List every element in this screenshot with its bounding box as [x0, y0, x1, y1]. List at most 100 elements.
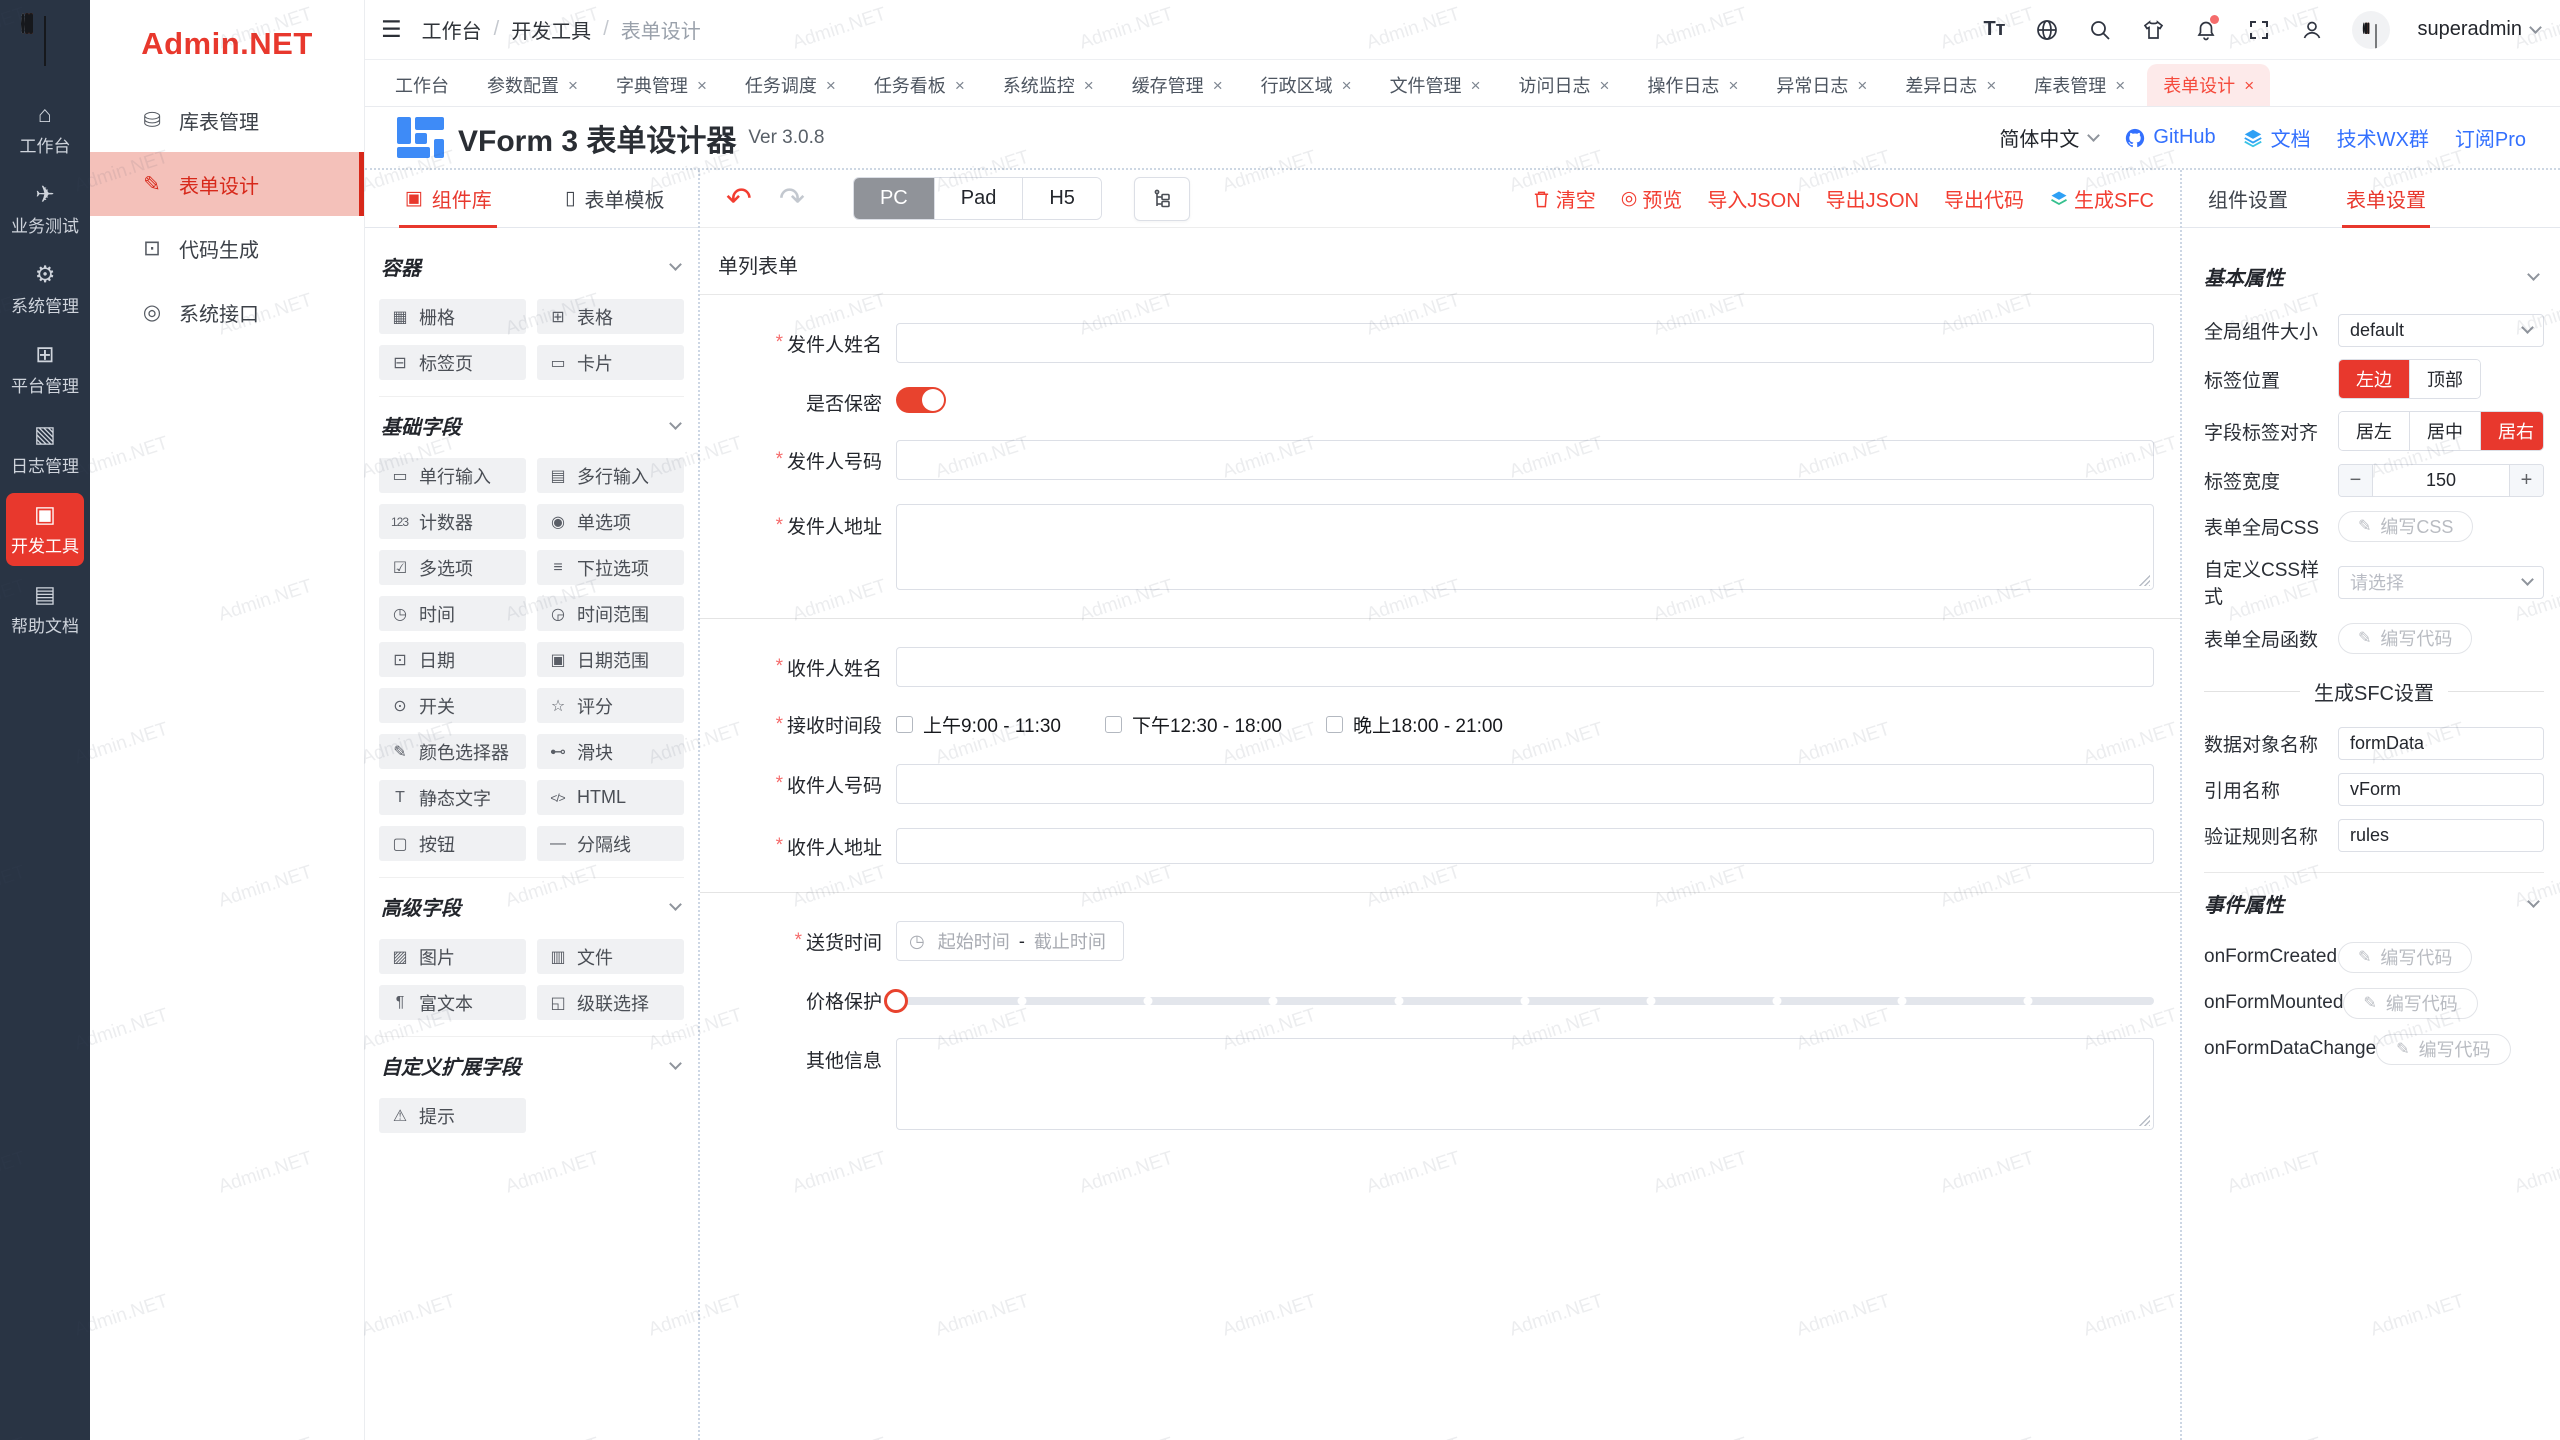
write-code-button[interactable]: ✎ 编写代码 [2376, 1034, 2510, 1065]
wx-group-link[interactable]: 技术WX群 [2337, 123, 2429, 152]
tab-component-library[interactable]: ▣ 组件库 [365, 170, 532, 227]
profile-button[interactable] [2299, 17, 2325, 43]
write-css-button[interactable]: ✎ 编写CSS [2338, 511, 2473, 542]
language-select[interactable]: 简体中文 [1999, 123, 2098, 152]
close-icon[interactable]: × [1342, 77, 1352, 94]
sender-number-input[interactable] [896, 440, 2154, 480]
slider-handle[interactable] [884, 989, 908, 1013]
data-object-name-input[interactable] [2338, 727, 2544, 760]
widget-card[interactable]: ▭卡片 [537, 345, 684, 380]
widget-number[interactable]: 123计数器 [379, 504, 526, 539]
generate-sfc-button[interactable]: 生成SFC [2049, 184, 2154, 213]
rules-name-input[interactable] [2338, 819, 2544, 852]
breadcrumb-item-home[interactable]: 工作台 [422, 15, 482, 44]
github-link[interactable]: GitHub [2124, 126, 2215, 149]
custom-css-select[interactable]: 请选择 [2338, 566, 2544, 599]
decrease-button[interactable]: − [2339, 465, 2372, 496]
widget-color-picker[interactable]: ✎颜色选择器 [379, 734, 526, 769]
widget-select[interactable]: ≡下拉选项 [537, 550, 684, 585]
widget-picture[interactable]: ▨图片 [379, 939, 526, 974]
redo-button[interactable]: ↷ [779, 183, 805, 214]
sidebar-item-system-api[interactable]: ◎ 系统接口 [90, 280, 364, 344]
sidebar-item-form-design[interactable]: ✎ 表单设计 [90, 152, 364, 216]
widget-table[interactable]: ⊞表格 [537, 299, 684, 334]
sidebar-item-code-gen[interactable]: ⊡ 代码生成 [90, 216, 364, 280]
user-avatar[interactable] [2352, 11, 2390, 49]
tab-workbench[interactable]: 工作台 [379, 64, 465, 106]
rail-item-platform-mgmt[interactable]: ⊞ 平台管理 [6, 333, 84, 406]
undo-button[interactable]: ↶ [726, 183, 752, 214]
sender-name-input[interactable] [896, 323, 2154, 363]
tab-file-mgmt[interactable]: 文件管理× [1374, 64, 1497, 106]
label-align-right[interactable]: 居右 [2480, 412, 2544, 450]
delivery-time-range-picker[interactable]: ◷ 起始时间 - 截止时间 [896, 921, 1124, 961]
section-header-containers[interactable]: 容器 [381, 252, 680, 281]
recipient-number-input[interactable] [896, 764, 2154, 804]
clear-button[interactable]: 清空 [1532, 184, 1596, 213]
tab-diff-log[interactable]: 差异日志× [1889, 64, 2012, 106]
widget-textarea[interactable]: ▤多行输入 [537, 458, 684, 493]
label-position-top[interactable]: 顶部 [2409, 360, 2480, 398]
write-code-button[interactable]: ✎ 编写代码 [2338, 942, 2472, 973]
widget-button[interactable]: ▢按钮 [379, 826, 526, 861]
widget-time[interactable]: ◷时间 [379, 596, 526, 631]
widget-divider[interactable]: —分隔线 [537, 826, 684, 861]
close-icon[interactable]: × [1471, 77, 1481, 94]
label-align-center[interactable]: 居中 [2409, 412, 2480, 450]
tab-param-config[interactable]: 参数配置× [471, 64, 594, 106]
price-protection-slider[interactable] [896, 988, 2154, 1014]
widget-input[interactable]: ▭单行输入 [379, 458, 526, 493]
rail-item-workbench[interactable]: ⌂ 工作台 [6, 93, 84, 166]
tab-system-monitor[interactable]: 系统监控× [987, 64, 1110, 106]
rail-item-log-mgmt[interactable]: ▧ 日志管理 [6, 413, 84, 486]
increase-button[interactable]: + [2510, 465, 2543, 496]
tab-form-design[interactable]: 表单设计× [2147, 64, 2270, 106]
export-code-button[interactable]: 导出代码 [1944, 184, 2024, 213]
user-menu[interactable]: superadmin [2417, 18, 2540, 41]
widget-checkbox[interactable]: ☑多选项 [379, 550, 526, 585]
breadcrumb-item-section[interactable]: 开发工具 [511, 15, 591, 44]
widget-switch[interactable]: ⊙开关 [379, 688, 526, 723]
widget-tabs[interactable]: ⊟标签页 [379, 345, 526, 380]
tab-cache-mgmt[interactable]: 缓存管理× [1116, 64, 1239, 106]
tab-admin-region[interactable]: 行政区域× [1245, 64, 1368, 106]
widget-alert[interactable]: ⚠提示 [379, 1098, 526, 1133]
close-icon[interactable]: × [1600, 77, 1610, 94]
tab-dict-mgmt[interactable]: 字典管理× [600, 64, 723, 106]
widget-date-range[interactable]: ▣日期范围 [537, 642, 684, 677]
close-icon[interactable]: × [1857, 77, 1867, 94]
label-position-left[interactable]: 左边 [2339, 360, 2409, 398]
fullscreen-button[interactable] [2246, 17, 2272, 43]
collapse-menu-icon[interactable]: ☰ [381, 18, 402, 41]
confidential-switch[interactable] [896, 387, 946, 413]
close-icon[interactable]: × [955, 77, 965, 94]
tab-widget-settings[interactable]: 组件设置 [2208, 170, 2288, 227]
device-pad-button[interactable]: Pad [934, 178, 1023, 219]
tab-access-log[interactable]: 访问日志× [1503, 64, 1626, 106]
widget-rate[interactable]: ☆评分 [537, 688, 684, 723]
app-logo[interactable] [0, 0, 90, 86]
outline-tree-button[interactable] [1134, 177, 1190, 221]
write-code-button[interactable]: ✎ 编写代码 [2343, 988, 2477, 1019]
widget-file[interactable]: ▥文件 [537, 939, 684, 974]
recipient-address-input[interactable] [896, 828, 2154, 864]
close-icon[interactable]: × [568, 77, 578, 94]
tab-task-schedule[interactable]: 任务调度× [729, 64, 852, 106]
tab-op-log[interactable]: 操作日志× [1631, 64, 1754, 106]
section-header-custom-fields[interactable]: 自定义扩展字段 [381, 1051, 680, 1080]
rail-item-help-docs[interactable]: ▤ 帮助文档 [6, 573, 84, 646]
widget-rich-text[interactable]: ¶富文本 [379, 985, 526, 1020]
rail-item-business-test[interactable]: ✈ 业务测试 [6, 173, 84, 246]
language-button[interactable] [2034, 17, 2060, 43]
section-header-basic-props[interactable]: 基本属性 [2204, 262, 2538, 291]
sender-address-textarea[interactable] [896, 504, 2154, 590]
notification-button[interactable] [2193, 17, 2219, 43]
checkbox-evening[interactable]: 晚上18:00 - 21:00 [1326, 711, 1503, 738]
tab-form-settings[interactable]: 表单设置 [2346, 170, 2426, 227]
font-size-button[interactable]: Tт [1981, 17, 2007, 43]
rail-item-dev-tools[interactable]: ▣ 开发工具 [6, 493, 84, 566]
widget-radio[interactable]: ◉单选项 [537, 504, 684, 539]
close-icon[interactable]: × [1084, 77, 1094, 94]
close-icon[interactable]: × [1213, 77, 1223, 94]
checkbox-afternoon[interactable]: 下午12:30 - 18:00 [1105, 711, 1282, 738]
